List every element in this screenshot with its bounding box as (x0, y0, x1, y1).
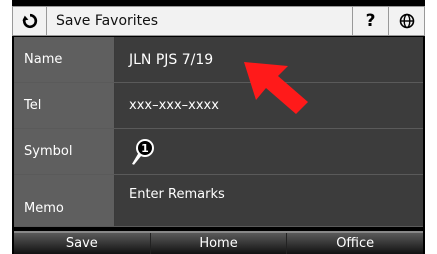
tel-label: Tel (14, 83, 115, 128)
name-label: Name (14, 37, 115, 82)
symbol-label: Symbol (14, 129, 115, 174)
title-bar: Save Favorites ? (12, 6, 425, 36)
home-button[interactable]: Home (151, 233, 288, 254)
memo-row: Memo Enter Remarks (14, 175, 423, 227)
location-pin-1-icon: 1 (132, 138, 154, 165)
memo-label: Memo (14, 175, 115, 226)
save-button[interactable]: Save (14, 233, 151, 254)
back-button[interactable] (13, 7, 47, 35)
red-arrow-icon (244, 62, 308, 114)
globe-icon (399, 13, 414, 29)
symbol-badge: 1 (141, 142, 149, 155)
name-row: Name JLN PJS 7/19 (14, 37, 423, 83)
globe-button[interactable] (388, 7, 424, 35)
help-button[interactable]: ? (352, 7, 388, 35)
symbol-field[interactable]: 1 (115, 129, 423, 174)
page-title: Save Favorites (56, 13, 159, 29)
office-button[interactable]: Office (287, 233, 423, 254)
favorite-form: Name JLN PJS 7/19 Tel xxx–xxx–xxxx Symbo… (14, 37, 423, 227)
tel-row: Tel xxx–xxx–xxxx (14, 83, 423, 129)
refresh-back-icon (21, 13, 37, 29)
symbol-row: Symbol 1 (14, 129, 423, 175)
bottom-bar: Save Home Office (14, 231, 423, 254)
memo-field[interactable]: Enter Remarks (115, 175, 423, 226)
